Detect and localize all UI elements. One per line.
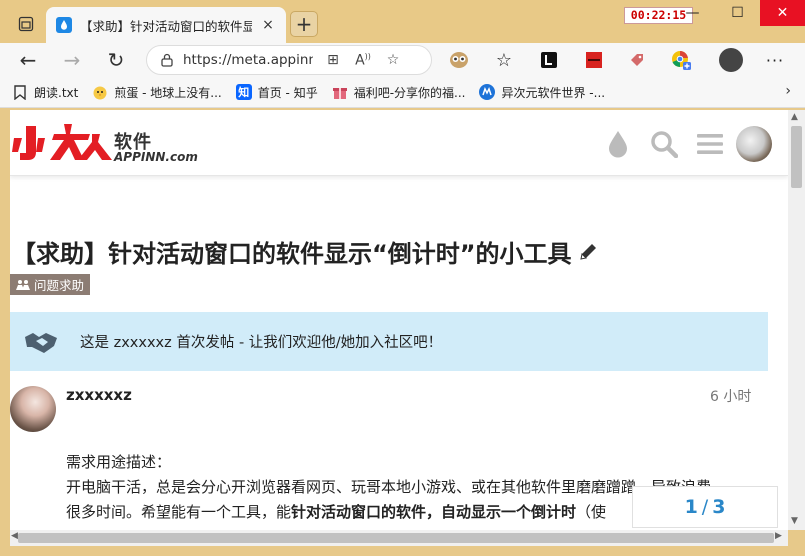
page-content: 软件 APPINN.com 【求助】针对活动窗口的软件显示“倒计时”的小工具 问… — [10, 110, 788, 530]
gift-icon — [332, 84, 348, 100]
logo-text-en: APPINN.com — [114, 150, 198, 164]
post-username[interactable]: zxxxxxz — [66, 386, 132, 404]
maximize-button[interactable]: ☐ — [715, 0, 760, 26]
post-timestamp[interactable]: 6 小时 — [710, 386, 751, 406]
extension-red-icon[interactable] — [583, 50, 605, 70]
browser-window: 【求助】针对活动窗口的软件显示 × + 00:22:15 — ☐ ✕ ← → ↻… — [0, 0, 805, 556]
appinn-favicon-icon — [56, 17, 72, 33]
post-text: （使 — [576, 503, 607, 521]
extension-owl-icon[interactable] — [448, 50, 470, 70]
tab-actions-icon — [18, 16, 34, 32]
progress-total: 3 — [712, 496, 726, 518]
egg-chick-icon — [92, 84, 108, 100]
address-bar[interactable]: https://meta.appinn... ⊞ A)) ☆ — [146, 45, 432, 75]
minimize-button[interactable]: — — [670, 0, 715, 26]
appinn-logo[interactable] — [12, 122, 116, 164]
category-badge[interactable]: 问题求助 — [10, 274, 91, 295]
post-text: 很多时间。希望能有一个工具，能 — [66, 503, 292, 521]
bookmark-label: 煎蛋 - 地球上没有... — [114, 85, 222, 100]
profile-avatar[interactable] — [719, 48, 743, 72]
search-icon[interactable] — [648, 128, 680, 160]
scroll-right-icon[interactable]: ▶ — [775, 531, 782, 541]
add-favorite-icon[interactable]: ☆ — [383, 52, 403, 68]
site-header: 软件 APPINN.com — [10, 110, 788, 176]
bookmark-label: 朗读.txt — [34, 85, 79, 100]
people-icon — [16, 279, 30, 290]
forward-button[interactable]: → — [58, 47, 86, 73]
bookmark-item[interactable]: 异次元软件世界 -... — [479, 84, 605, 101]
bookmarks-bar: 朗读.txt 煎蛋 - 地球上没有... 知 首页 - 知乎 福利吧-分享你的福… — [0, 77, 805, 108]
hamburger-menu-icon[interactable] — [694, 128, 726, 160]
refresh-button[interactable]: ↻ — [102, 47, 130, 73]
tab-bar: 【求助】针对活动窗口的软件显示 × + 00:22:15 — ☐ ✕ — [0, 0, 805, 43]
more-menu-icon[interactable]: ··· — [764, 50, 786, 70]
water-drop-icon[interactable] — [602, 128, 634, 160]
post-text-bold: 针对活动窗口的软件，自动显示一个倒计时 — [291, 503, 577, 521]
zhihu-icon: 知 — [235, 84, 252, 100]
topic-title-text: 【求助】针对活动窗口的软件显示“倒计时”的小工具 — [12, 240, 572, 268]
handshake-icon — [25, 332, 57, 353]
progress-current: 1 — [684, 496, 698, 518]
horizontal-scroll-thumb[interactable] — [18, 533, 774, 543]
bookmarks-overflow-icon[interactable]: › — [785, 83, 791, 99]
browser-toolbar: ← → ↻ https://meta.appinn... ⊞ A)) ☆ ☆ — [0, 43, 805, 77]
tab-active[interactable]: 【求助】针对活动窗口的软件显示 × — [46, 7, 286, 43]
post-author-avatar[interactable] — [10, 386, 56, 432]
progress-separator: / — [701, 496, 709, 518]
close-window-button[interactable]: ✕ — [760, 0, 805, 26]
scroll-down-icon[interactable]: ▼ — [791, 516, 798, 526]
tab-actions-button[interactable] — [12, 11, 40, 37]
bookmark-item[interactable]: 煎蛋 - 地球上没有... — [92, 84, 222, 101]
topic-title: 【求助】针对活动窗口的软件显示“倒计时”的小工具 — [12, 234, 598, 269]
back-button[interactable]: ← — [14, 47, 42, 73]
vertical-scroll-thumb[interactable] — [791, 126, 802, 188]
topic-progress[interactable]: 1 / 3 — [632, 486, 778, 528]
scroll-left-icon[interactable]: ◀ — [11, 531, 18, 541]
bookmark-label: 首页 - 知乎 — [257, 85, 318, 100]
notice-text: 这是 zxxxxxz 首次发帖 - 让我们欢迎他/她加入社区吧！ — [80, 335, 443, 351]
lock-icon — [161, 53, 173, 67]
bookmark-item[interactable]: 知 首页 - 知乎 — [235, 84, 318, 101]
bookmark-label: 福利吧-分享你的福... — [353, 85, 466, 100]
category-label: 问题求助 — [34, 278, 85, 293]
iplaysoft-icon — [479, 84, 496, 100]
first-post-notice: 这是 zxxxxxz 首次发帖 - 让我们欢迎他/她加入社区吧！ — [10, 312, 768, 371]
extension-l-icon[interactable] — [538, 50, 560, 70]
extension-tag-icon[interactable] — [626, 50, 648, 70]
bookmark-icon — [12, 84, 28, 100]
tab-close-icon[interactable]: × — [260, 17, 276, 33]
bookmark-item[interactable]: 福利吧-分享你的福... — [332, 84, 466, 101]
tab-title: 【求助】针对活动窗口的软件显示 — [80, 18, 252, 34]
pencil-edit-icon[interactable] — [578, 242, 598, 267]
post-line: 需求用途描述： — [66, 453, 172, 471]
read-aloud-icon[interactable]: A)) — [353, 52, 373, 69]
url-text: https://meta.appinn... — [183, 52, 313, 68]
bookmark-item[interactable]: 朗读.txt — [12, 84, 78, 101]
extension-chrome-icon[interactable] — [670, 50, 692, 70]
favorites-icon[interactable]: ☆ — [493, 50, 515, 71]
user-avatar[interactable] — [736, 126, 772, 162]
app-available-icon[interactable]: ⊞ — [323, 52, 343, 68]
bookmark-label: 异次元软件世界 -... — [501, 85, 606, 100]
new-tab-button[interactable]: + — [290, 11, 318, 37]
scroll-up-icon[interactable]: ▲ — [791, 112, 798, 122]
